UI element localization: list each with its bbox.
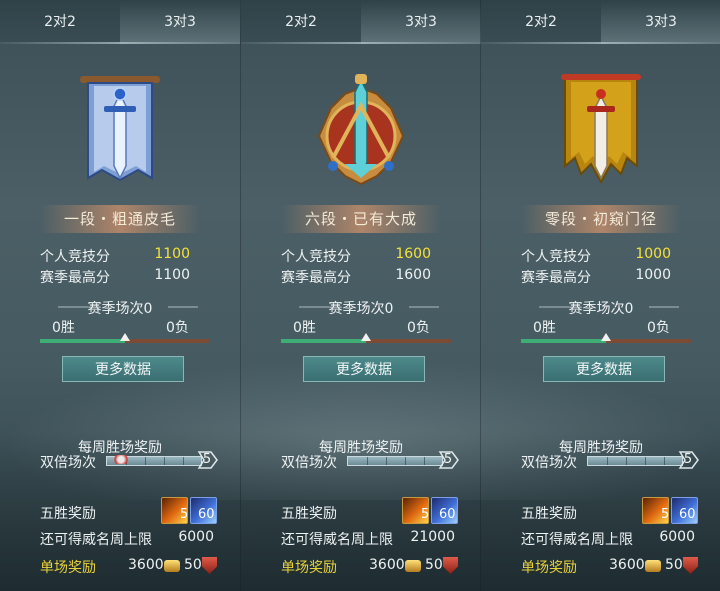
coin-icon xyxy=(645,560,661,572)
more-data-button[interactable]: 更多数据 xyxy=(543,356,665,382)
double-matches-label: 双倍场次 xyxy=(40,455,96,471)
personal-score-value: 1000 xyxy=(635,246,671,262)
tab-3v3[interactable]: 3对3 xyxy=(361,0,481,44)
five-win-reward-label: 五胜奖励 xyxy=(521,506,577,522)
double-matches-label: 双倍场次 xyxy=(281,455,337,471)
single-reward-coins: 3600 xyxy=(128,557,164,573)
shield-icon xyxy=(683,557,698,574)
win-loss-marker xyxy=(361,333,371,341)
single-reward-shields: 50 xyxy=(665,557,683,573)
losses-count: 0负 xyxy=(407,320,430,336)
win-loss-marker xyxy=(120,333,130,341)
win-bar-fill xyxy=(521,339,606,343)
wins-count: 0胜 xyxy=(52,320,75,336)
rank-name: 一段・粗通皮毛 xyxy=(63,210,176,228)
weekly-cap-value: 6000 xyxy=(178,529,214,545)
single-reward-coins: 3600 xyxy=(609,557,645,573)
mode-tabs: 2对2 3对3 xyxy=(0,0,240,44)
mode-tabs: 2对2 3对3 xyxy=(241,0,481,44)
double-matches-label: 双倍场次 xyxy=(521,455,577,471)
single-reward-label: 单场奖励 xyxy=(40,560,96,576)
five-win-reward-label: 五胜奖励 xyxy=(281,506,337,522)
personal-score-label: 个人竞技分 xyxy=(521,249,591,265)
rank-panel-second: 2对2 3对3 六段・已有大成 个人竞技分 1600 赛季最高分 1600 赛季… xyxy=(240,0,481,591)
item-count: 5 xyxy=(661,507,670,522)
season-high-value: 1100 xyxy=(154,267,190,283)
losses-count: 0负 xyxy=(166,320,189,336)
double-count: 5 xyxy=(683,452,693,467)
double-count-badge: 5 xyxy=(196,451,218,469)
shield-icon xyxy=(443,557,458,574)
tab-2v2[interactable]: 2对2 xyxy=(0,0,120,44)
personal-score-label: 个人竞技分 xyxy=(281,249,351,265)
weekly-cap-label: 还可得威名周上限 xyxy=(281,532,393,548)
season-matches-title: 赛季场次0 xyxy=(568,301,634,317)
wins-count: 0胜 xyxy=(533,320,556,336)
weekly-cap-label: 还可得威名周上限 xyxy=(521,532,633,548)
five-win-reward-label: 五胜奖励 xyxy=(40,506,96,522)
double-matches-bar xyxy=(587,456,683,466)
rank-name: 零段・初窥门径 xyxy=(544,210,657,228)
item-count: 60 xyxy=(198,507,215,522)
coin-icon xyxy=(164,560,180,572)
ornate-red-sword-crest-icon xyxy=(317,74,405,186)
single-reward-shields: 50 xyxy=(425,557,443,573)
mode-tabs: 2对2 3对3 xyxy=(481,0,720,44)
rank-name: 六段・已有大成 xyxy=(304,210,417,228)
blue-sword-banner-icon xyxy=(80,76,160,182)
win-loss-marker xyxy=(601,333,611,341)
more-data-button[interactable]: 更多数据 xyxy=(62,356,184,382)
double-progress-knob xyxy=(112,455,130,464)
double-count: 5 xyxy=(202,452,212,467)
tab-2v2[interactable]: 2对2 xyxy=(241,0,361,44)
personal-score-label: 个人竞技分 xyxy=(40,249,110,265)
tab-3v3[interactable]: 3对3 xyxy=(120,0,240,44)
double-count-badge: 5 xyxy=(437,451,459,469)
single-reward-shields: 50 xyxy=(184,557,202,573)
ornament-right xyxy=(168,306,198,308)
personal-score-value: 1600 xyxy=(395,246,431,262)
season-high-label: 赛季最高分 xyxy=(281,270,351,286)
item-count: 60 xyxy=(679,507,696,522)
weekly-cap-label: 还可得威名周上限 xyxy=(40,532,152,548)
season-high-value: 1000 xyxy=(635,267,671,283)
wins-count: 0胜 xyxy=(293,320,316,336)
tab-2v2[interactable]: 2对2 xyxy=(481,0,601,44)
single-reward-label: 单场奖励 xyxy=(281,560,337,576)
shield-icon xyxy=(202,557,217,574)
double-matches-bar xyxy=(347,456,443,466)
item-count: 5 xyxy=(180,507,189,522)
personal-score-value: 1100 xyxy=(154,246,190,262)
weekly-cap-value: 21000 xyxy=(410,529,455,545)
gold-sword-banner-icon xyxy=(561,74,641,185)
ornament-right xyxy=(649,306,679,308)
double-count: 5 xyxy=(443,452,453,467)
tab-3v3[interactable]: 3对3 xyxy=(601,0,720,44)
season-matches-title: 赛季场次0 xyxy=(87,301,153,317)
single-reward-label: 单场奖励 xyxy=(521,560,577,576)
weekly-cap-value: 6000 xyxy=(659,529,695,545)
item-count: 5 xyxy=(421,507,430,522)
rank-panel-third: 2对2 3对3 零段・初窥门径 个人竞技分 1000 赛季最高分 1000 赛季… xyxy=(480,0,720,591)
item-count: 60 xyxy=(439,507,456,522)
season-matches-title: 赛季场次0 xyxy=(328,301,394,317)
season-high-label: 赛季最高分 xyxy=(40,270,110,286)
win-bar-fill xyxy=(40,339,125,343)
losses-count: 0负 xyxy=(647,320,670,336)
double-count-badge: 5 xyxy=(677,451,699,469)
more-data-button[interactable]: 更多数据 xyxy=(303,356,425,382)
single-reward-coins: 3600 xyxy=(369,557,405,573)
coin-icon xyxy=(405,560,421,572)
win-bar-fill xyxy=(281,339,366,343)
season-high-value: 1600 xyxy=(395,267,431,283)
ornament-right xyxy=(409,306,439,308)
season-high-label: 赛季最高分 xyxy=(521,270,591,286)
rank-panel-2v2-first: 2对2 3对3 一段・粗通皮毛 个人竞技分 1100 赛季最高分 1100 赛季… xyxy=(0,0,240,591)
